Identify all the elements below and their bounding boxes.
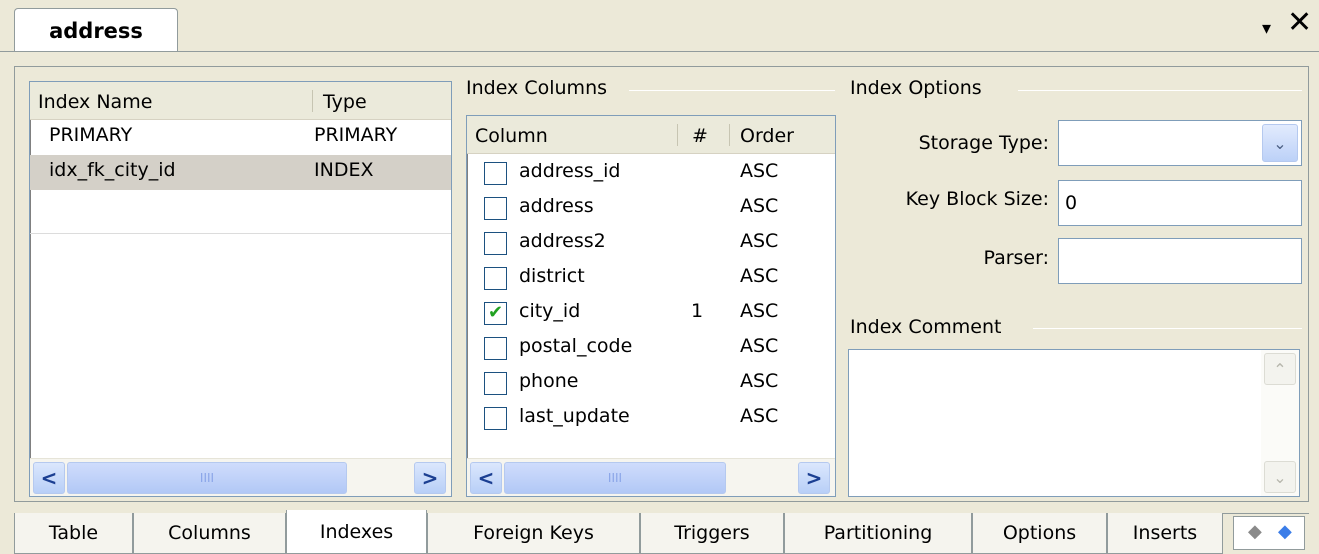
group-line: [1033, 328, 1302, 329]
column-name-cell: address: [519, 195, 594, 217]
scroll-thumb[interactable]: IIII: [67, 462, 347, 494]
tab-next-icon[interactable]: ◆: [1278, 521, 1292, 542]
indexes-list-header: Index Name Type: [30, 82, 451, 120]
tab-strip-divider: [0, 51, 1319, 52]
storage-type-dropdown[interactable]: ⌄: [1058, 120, 1302, 166]
index-row-selected[interactable]: idx_fk_city_id INDEX: [30, 155, 451, 190]
column-order-cell[interactable]: ASC: [740, 195, 778, 217]
tab-prev-icon[interactable]: ◆: [1248, 521, 1262, 542]
header-type[interactable]: Type: [323, 91, 367, 113]
column-checkbox[interactable]: [484, 267, 507, 290]
column-num-cell: 1: [691, 300, 704, 322]
scroll-right-icon[interactable]: >: [414, 462, 446, 494]
column-row[interactable]: address ASC: [467, 191, 835, 226]
tab-foreign-keys[interactable]: Foreign Keys: [427, 513, 640, 554]
column-row[interactable]: phone ASC: [467, 366, 835, 401]
tab-inserts[interactable]: Inserts: [1107, 513, 1223, 554]
index-comment-group-label: Index Comment: [850, 316, 1010, 338]
close-icon[interactable]: ✕: [1287, 8, 1312, 38]
column-checkbox[interactable]: [484, 197, 507, 220]
key-block-size-input[interactable]: 0: [1058, 180, 1302, 226]
tab-triggers[interactable]: Triggers: [640, 513, 784, 554]
scroll-left-icon[interactable]: <: [470, 462, 502, 494]
column-order-cell[interactable]: ASC: [740, 335, 778, 357]
column-name-cell: district: [519, 265, 585, 287]
parser-label: Parser:: [983, 247, 1049, 269]
index-comment-textarea[interactable]: ⌃ ⌄: [848, 349, 1300, 497]
group-line: [629, 90, 835, 91]
scroll-down-icon[interactable]: ⌄: [1264, 461, 1296, 493]
tab-options[interactable]: Options: [972, 513, 1107, 554]
column-name-cell: address2: [519, 230, 606, 252]
index-row[interactable]: PRIMARY PRIMARY: [30, 120, 451, 155]
column-row[interactable]: last_update ASC: [467, 401, 835, 436]
tab-columns[interactable]: Columns: [133, 513, 286, 554]
key-block-size-label: Key Block Size:: [905, 188, 1049, 210]
document-tab-address[interactable]: address: [14, 8, 178, 52]
columns-horizontal-scrollbar[interactable]: < IIII >: [467, 458, 835, 496]
column-row[interactable]: district ASC: [467, 261, 835, 296]
indexes-horizontal-scrollbar[interactable]: < IIII >: [30, 458, 451, 496]
column-row-checked[interactable]: ✔ city_id 1 ASC: [467, 296, 835, 331]
column-order-cell[interactable]: ASC: [740, 265, 778, 287]
tab-partitioning[interactable]: Partitioning: [784, 513, 972, 554]
storage-type-label: Storage Type:: [918, 132, 1049, 154]
indexes-list[interactable]: Index Name Type PRIMARY PRIMARY idx_fk_c…: [29, 81, 452, 497]
chevron-down-icon[interactable]: ⌄: [1262, 124, 1298, 162]
scroll-left-icon[interactable]: <: [33, 462, 65, 494]
index-name-cell: idx_fk_city_id: [49, 159, 176, 181]
index-columns-list[interactable]: Column # Order address_id ASC address AS…: [466, 115, 836, 497]
column-checkbox[interactable]: [484, 337, 507, 360]
column-order-cell[interactable]: ASC: [740, 160, 778, 182]
column-checkbox[interactable]: [484, 407, 507, 430]
scroll-right-icon[interactable]: >: [798, 462, 830, 494]
tab-scroll-nav: ◆ ◆: [1233, 516, 1305, 550]
header-number[interactable]: #: [692, 125, 708, 147]
index-type-cell: PRIMARY: [314, 124, 398, 146]
parser-input[interactable]: [1058, 238, 1302, 284]
column-name-cell: city_id: [519, 300, 581, 322]
column-order-cell[interactable]: ASC: [740, 300, 778, 322]
column-name-cell: address_id: [519, 160, 621, 182]
column-name-cell: phone: [519, 370, 579, 392]
column-order-cell[interactable]: ASC: [740, 230, 778, 252]
index-columns-header: Column # Order: [467, 116, 835, 154]
row-divider: [30, 233, 451, 234]
index-options-group-label: Index Options: [850, 77, 990, 99]
index-name-cell: PRIMARY: [49, 124, 133, 146]
column-checkbox[interactable]: [484, 232, 507, 255]
index-columns-group-label: Index Columns: [466, 77, 616, 99]
comment-vertical-scrollbar[interactable]: ⌃ ⌄: [1261, 350, 1299, 496]
tab-indexes[interactable]: Indexes: [286, 510, 427, 554]
column-order-cell[interactable]: ASC: [740, 370, 778, 392]
column-checkbox[interactable]: [484, 162, 507, 185]
column-row[interactable]: postal_code ASC: [467, 331, 835, 366]
column-name-cell: postal_code: [519, 335, 633, 357]
column-row[interactable]: address_id ASC: [467, 156, 835, 191]
key-block-size-value: 0: [1065, 192, 1078, 214]
scroll-thumb[interactable]: IIII: [504, 462, 726, 494]
tab-menu-arrow-icon[interactable]: ▾: [1262, 18, 1271, 39]
group-line: [1018, 90, 1302, 91]
header-index-name[interactable]: Index Name: [38, 91, 152, 113]
check-icon[interactable]: ✔: [484, 302, 507, 325]
indexes-panel: Index Name Type PRIMARY PRIMARY idx_fk_c…: [14, 66, 1309, 502]
column-name-cell: last_update: [519, 405, 630, 427]
header-order[interactable]: Order: [740, 125, 794, 147]
header-column[interactable]: Column: [475, 125, 548, 147]
index-type-cell: INDEX: [314, 159, 374, 181]
document-tab-label: address: [49, 18, 143, 43]
column-row[interactable]: address2 ASC: [467, 226, 835, 261]
column-order-cell[interactable]: ASC: [740, 405, 778, 427]
tab-table[interactable]: Table: [14, 513, 133, 554]
column-checkbox[interactable]: [484, 372, 507, 395]
scroll-up-icon[interactable]: ⌃: [1264, 353, 1296, 385]
